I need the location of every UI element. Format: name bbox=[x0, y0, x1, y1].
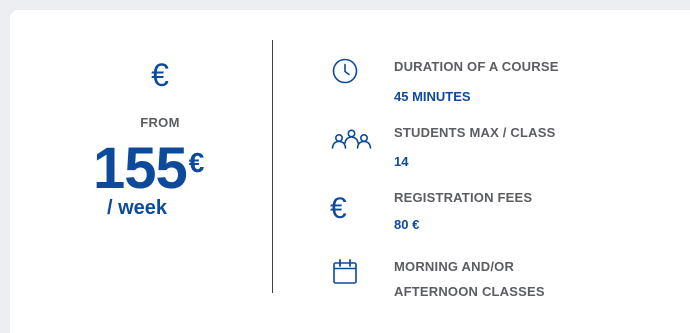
price-period: / week bbox=[107, 197, 168, 219]
from-label: FROM bbox=[140, 115, 180, 130]
duration-value: 45 MINUTES bbox=[394, 89, 471, 104]
price-value: 155 bbox=[93, 136, 188, 201]
vertical-divider bbox=[272, 40, 273, 293]
students-value: 14 bbox=[394, 154, 409, 169]
clock-icon bbox=[332, 58, 358, 89]
fees-title: REGISTRATION FEES bbox=[394, 190, 533, 205]
price: 155€ bbox=[93, 136, 204, 202]
price-currency: € bbox=[188, 147, 205, 178]
schedule-title-line2: AFTERNOON CLASSES bbox=[394, 284, 545, 299]
schedule-title-line1: MORNING AND/OR bbox=[394, 259, 515, 274]
students-icon bbox=[328, 128, 376, 159]
euro-icon: € bbox=[330, 192, 347, 225]
pricing-panel: € FROM 155€ / week bbox=[10, 10, 273, 333]
euro-icon: € bbox=[151, 57, 169, 93]
duration-title: DURATION OF A COURSE bbox=[394, 59, 559, 74]
schedule-title: MORNING AND/OR AFTERNOON CLASSES bbox=[394, 254, 545, 304]
course-info-card: € FROM 155€ / week DURATION OF A COURSE … bbox=[10, 10, 690, 333]
fees-value: 80 € bbox=[394, 217, 420, 232]
students-title: STUDENTS MAX / CLASS bbox=[394, 125, 556, 140]
calendar-icon bbox=[332, 258, 358, 291]
